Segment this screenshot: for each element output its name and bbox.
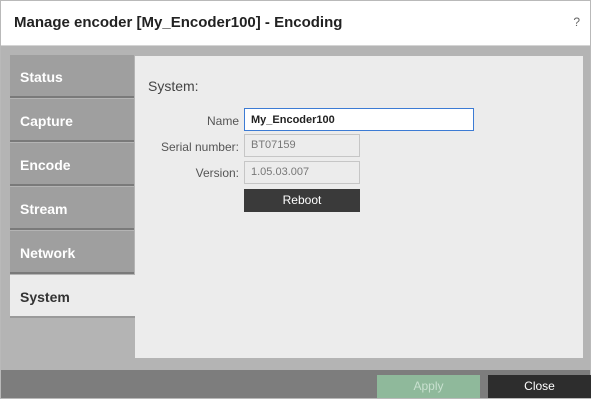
manage-encoder-dialog: Manage encoder [My_Encoder100] - Encodin… [0,0,591,399]
title-bar: Manage encoder [My_Encoder100] - Encodin… [1,1,590,46]
apply-button[interactable]: Apply [377,375,480,398]
help-icon[interactable]: ? [573,15,580,29]
serial-number-label: Serial number: [160,140,239,154]
tab-encode[interactable]: Encode [10,143,134,186]
serial-number-field: BT07159 [244,134,360,157]
name-input[interactable] [244,108,474,131]
version-label: Version: [195,166,239,180]
name-label: Name [206,114,239,128]
version-field: 1.05.03.007 [244,161,360,184]
tab-stream[interactable]: Stream [10,187,134,230]
system-panel: System: Name Serial number: BT07159 Vers… [135,56,583,358]
tab-status[interactable]: Status [10,55,134,98]
close-button[interactable]: Close [488,375,591,398]
tab-capture[interactable]: Capture [10,99,134,142]
window-title: Manage encoder [My_Encoder100] - Encodin… [14,14,343,31]
tab-system[interactable]: System [10,275,135,318]
tab-network[interactable]: Network [10,231,134,274]
dialog-footer: Apply Close [1,370,591,398]
dialog-body: Status Capture Encode Stream Network Sys… [1,46,590,370]
reboot-button[interactable]: Reboot [244,189,360,212]
section-title: System: [148,78,199,94]
